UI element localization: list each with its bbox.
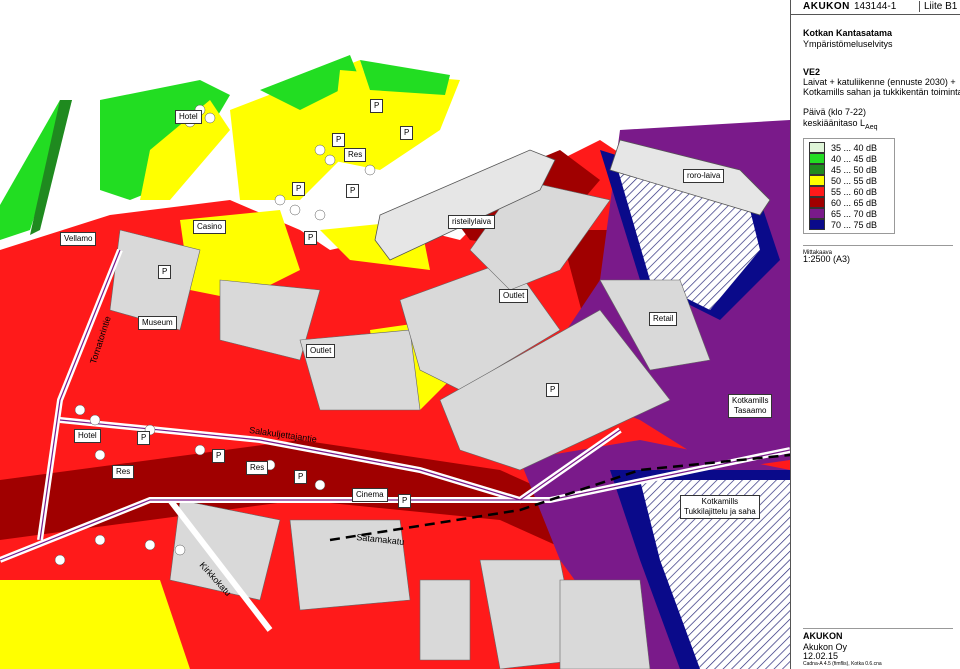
label-retail: Retail xyxy=(649,312,678,326)
footer-logo: AKUKON xyxy=(803,628,953,642)
legend-row: 50 ... 55 dB xyxy=(809,175,889,186)
legend-label: 55 ... 60 dB xyxy=(831,186,878,197)
legend-row: 45 ... 50 dB xyxy=(809,164,889,175)
noise-zone xyxy=(0,580,190,669)
label-cinema: Cinema xyxy=(352,488,388,502)
legend-label: 65 ... 70 dB xyxy=(831,208,878,219)
label-res-2: Res xyxy=(112,465,135,479)
label-kotkamills-tasaamo: Kotkamills Tasaamo xyxy=(728,394,773,418)
label-res: Res xyxy=(344,148,367,162)
label-outlet: Outlet xyxy=(499,289,529,303)
parking-marker: P xyxy=(546,383,560,397)
legend-label: 60 ... 65 dB xyxy=(831,197,878,208)
label-roro-ship: roro-laiva xyxy=(683,169,725,183)
noise-map[interactable]: Hotel Res Casino Vellamo risteilylaiva r… xyxy=(0,0,790,669)
parking-marker: P xyxy=(137,431,151,445)
legend-label: 45 ... 50 dB xyxy=(831,164,878,175)
legend-swatch xyxy=(809,153,825,164)
attachment-id: Liite B1 xyxy=(919,1,957,12)
map-scale: 1:2500 (A3) xyxy=(803,254,851,264)
label-res-3: Res xyxy=(246,461,269,475)
label-outlet-2: Outlet xyxy=(306,344,336,358)
time-period: Päivä (klo 7-22) xyxy=(803,107,867,117)
legend-label: 40 ... 45 dB xyxy=(831,153,878,164)
label-line: Tukkilajittelu ja saha xyxy=(684,507,756,516)
footer-software: Cadna-A 4.5 (fimflis), Kotka 0.6.cna xyxy=(803,661,882,667)
legend-swatch xyxy=(809,208,825,219)
parking-marker: P xyxy=(292,182,306,196)
parking-marker: P xyxy=(212,449,226,463)
parking-marker: P xyxy=(398,494,412,508)
parking-marker: P xyxy=(294,470,308,484)
label-cruise-ship: risteilylaiva xyxy=(448,215,496,229)
legend-swatch xyxy=(809,219,825,230)
parking-marker: P xyxy=(304,231,318,245)
legend-label: 50 ... 55 dB xyxy=(831,175,878,186)
company-logo: AKUKON xyxy=(803,1,850,12)
legend-row: 65 ... 70 dB xyxy=(809,208,889,219)
label-kotkamills-saha: Kotkamills Tukkilajittelu ja saha xyxy=(680,495,760,519)
metric-prefix: keskiäänitaso L xyxy=(803,118,866,128)
label-line: Kotkamills xyxy=(732,396,769,405)
parking-marker: P xyxy=(346,184,360,198)
label-museum: Museum xyxy=(138,316,177,330)
legend-swatch xyxy=(809,164,825,175)
legend-row: 60 ... 65 dB xyxy=(809,197,889,208)
label-line: Kotkamills xyxy=(701,497,739,506)
legend-row: 70 ... 75 dB xyxy=(809,219,889,230)
legend-row: 55 ... 60 dB xyxy=(809,186,889,197)
legend-label: 70 ... 75 dB xyxy=(831,219,878,230)
project-title: Kotkan Kantasatama xyxy=(803,28,893,38)
label-vellamo: Vellamo xyxy=(60,232,97,246)
legend-swatch xyxy=(809,186,825,197)
noise-map-canvas xyxy=(0,0,790,669)
project-subtitle: Ympäristömeluselvitys xyxy=(803,39,893,49)
legend-swatch xyxy=(809,175,825,186)
legend-label: 35 ... 40 dB xyxy=(831,142,878,153)
parking-marker: P xyxy=(158,265,172,279)
legend-row: 40 ... 45 dB xyxy=(809,153,889,164)
parking-marker: P xyxy=(400,126,414,140)
label-casino: Casino xyxy=(193,220,226,234)
metric-subscript: Aeq xyxy=(865,123,878,131)
parking-marker: P xyxy=(332,133,346,147)
legend-swatch xyxy=(809,197,825,208)
label-hotel-2: Hotel xyxy=(74,429,101,443)
map-info-panel: AKUKON 143144-1 Liite B1 Kotkan Kantasat… xyxy=(790,0,960,669)
legend-swatch xyxy=(809,142,825,153)
label-hotel: Hotel xyxy=(175,110,202,124)
parking-marker: P xyxy=(370,99,384,113)
project-number: 143144-1 xyxy=(854,1,897,12)
legend: 35 ... 40 dB 40 ... 45 dB 45 ... 50 dB 50 .… xyxy=(803,138,895,234)
metric: keskiäänitaso LAeq xyxy=(803,118,878,133)
scenario-description-2: Kotkamills sahan ja tukkikentän toiminta xyxy=(803,87,960,97)
label-line: Tasaamo xyxy=(733,406,767,415)
header-bar: AKUKON 143144-1 Liite B1 xyxy=(791,0,960,15)
legend-row: 35 ... 40 dB xyxy=(809,142,889,153)
